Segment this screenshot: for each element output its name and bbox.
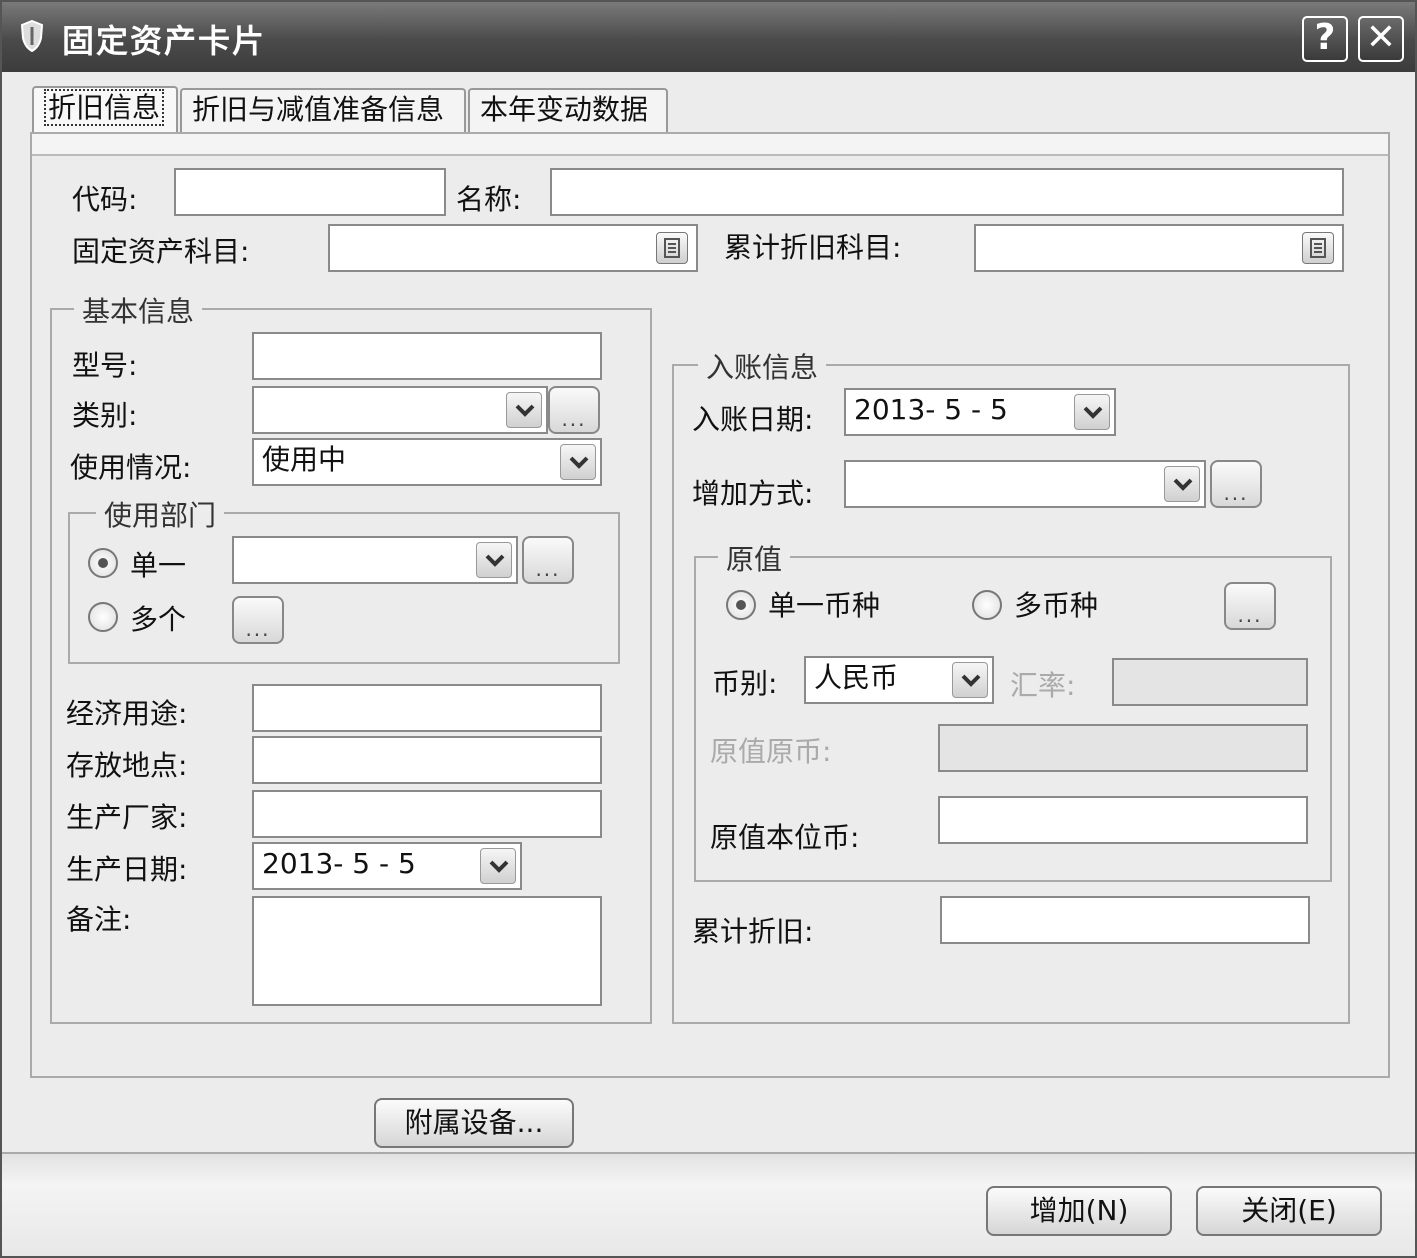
accessory-button[interactable]: 附属设备... — [374, 1098, 574, 1148]
panel-strip — [32, 134, 1388, 156]
currency-ellipsis-button[interactable]: ... — [1224, 582, 1276, 630]
entry-date-value: 2013- 5 - 5 — [854, 393, 1008, 426]
tab-depreciation-impairment[interactable]: 折旧与减值准备信息 — [180, 88, 466, 132]
dept-single-radio[interactable] — [88, 548, 118, 578]
note-textarea[interactable] — [252, 896, 602, 1006]
location-label: 存放地点: — [66, 749, 188, 782]
accum-dep-input[interactable] — [940, 896, 1310, 944]
prod-date-picker[interactable]: 2013- 5 - 5 — [252, 842, 522, 890]
category-label: 类别: — [72, 399, 138, 432]
window-title: 固定资产卡片 — [62, 22, 267, 60]
method-select[interactable] — [844, 460, 1206, 508]
tab-label: 本年变动数据 — [480, 93, 649, 126]
method-ellipsis-button[interactable]: ... — [1210, 460, 1262, 508]
prod-date-value: 2013- 5 - 5 — [262, 847, 416, 880]
orig-value-title: 原值 — [718, 538, 791, 578]
category-select[interactable] — [252, 386, 548, 434]
note-label: 备注: — [66, 903, 132, 936]
code-label: 代码: — [72, 183, 138, 216]
dept-select[interactable] — [232, 536, 518, 584]
dept-multi-radio[interactable] — [88, 602, 118, 632]
single-currency-radio[interactable] — [726, 590, 756, 620]
orig-base-label: 原值本位币: — [710, 821, 860, 854]
tab-label: 折旧信息 — [44, 89, 165, 126]
prod-date-label: 生产日期: — [66, 853, 188, 886]
usage-value: 使用中 — [262, 443, 347, 476]
title-bar[interactable]: 固定资产卡片 ? ✕ — [2, 2, 1415, 72]
entry-date-label: 入账日期: — [692, 403, 814, 436]
multi-currency-radio[interactable] — [972, 590, 1002, 620]
list-icon[interactable] — [1302, 232, 1334, 264]
dept-single-label: 单一 — [130, 549, 187, 582]
name-label: 名称: — [456, 183, 522, 216]
method-label: 增加方式: — [692, 477, 814, 510]
chevron-down-icon[interactable] — [952, 662, 988, 698]
tab-label: 折旧与减值准备信息 — [192, 93, 445, 126]
chevron-down-icon[interactable] — [1164, 466, 1200, 502]
orig-fc-input[interactable] — [938, 724, 1308, 772]
accum-dep-account-input[interactable] — [974, 224, 1344, 272]
asset-account-label: 固定资产科目: — [72, 235, 250, 268]
currency-value: 人民币 — [814, 661, 899, 694]
add-button[interactable]: 增加(N) — [986, 1186, 1172, 1236]
model-input[interactable] — [252, 332, 602, 380]
close-button[interactable]: 关闭(E) — [1196, 1186, 1382, 1236]
category-ellipsis-button[interactable]: ... — [548, 386, 600, 434]
chevron-down-icon[interactable] — [476, 542, 512, 578]
app-shield-icon — [20, 20, 44, 52]
usage-select[interactable]: 使用中 — [252, 438, 602, 486]
rate-label: 汇率: — [1010, 669, 1076, 702]
multi-currency-label: 多币种 — [1014, 589, 1099, 622]
chevron-down-icon[interactable] — [480, 848, 516, 884]
currency-select[interactable]: 人民币 — [804, 656, 994, 704]
currency-label: 币别: — [712, 667, 778, 700]
single-currency-label: 单一币种 — [768, 589, 881, 622]
dept-ellipsis-button[interactable]: ... — [522, 536, 574, 584]
rate-input[interactable] — [1112, 658, 1308, 706]
asset-account-input[interactable] — [328, 224, 698, 272]
accum-dep-account-label: 累计折旧科目: — [724, 231, 902, 264]
maker-input[interactable] — [252, 790, 602, 838]
dept-group — [68, 512, 620, 664]
list-icon[interactable] — [656, 232, 688, 264]
help-button[interactable]: ? — [1302, 16, 1348, 62]
basic-info-title: 基本信息 — [74, 290, 203, 330]
tab-depreciation-info[interactable]: 折旧信息 — [32, 86, 178, 134]
entry-info-title: 入账信息 — [698, 346, 827, 386]
fixed-asset-card-window: 固定资产卡片 ? ✕ 折旧信息 折旧与减值准备信息 本年变动数据 代码: 名称:… — [0, 0, 1417, 1258]
chevron-down-icon[interactable] — [1074, 394, 1110, 430]
chevron-down-icon[interactable] — [560, 444, 596, 480]
chevron-down-icon[interactable] — [506, 392, 542, 428]
usage-label: 使用情况: — [70, 451, 192, 484]
location-input[interactable] — [252, 736, 602, 784]
orig-fc-label: 原值原币: — [710, 735, 832, 768]
orig-base-input[interactable] — [938, 796, 1308, 844]
dept-multi-ellipsis-button[interactable]: ... — [232, 596, 284, 644]
model-label: 型号: — [72, 349, 138, 382]
accum-dep-label: 累计折旧: — [692, 915, 814, 948]
dept-title: 使用部门 — [96, 494, 225, 534]
tab-annual-changes[interactable]: 本年变动数据 — [468, 88, 668, 132]
purpose-label: 经济用途: — [66, 697, 188, 730]
entry-date-picker[interactable]: 2013- 5 - 5 — [844, 388, 1116, 436]
close-window-button[interactable]: ✕ — [1358, 16, 1404, 62]
name-input[interactable] — [550, 168, 1344, 216]
code-input[interactable] — [174, 168, 446, 216]
dept-multi-label: 多个 — [130, 603, 187, 636]
purpose-input[interactable] — [252, 684, 602, 732]
maker-label: 生产厂家: — [66, 801, 188, 834]
